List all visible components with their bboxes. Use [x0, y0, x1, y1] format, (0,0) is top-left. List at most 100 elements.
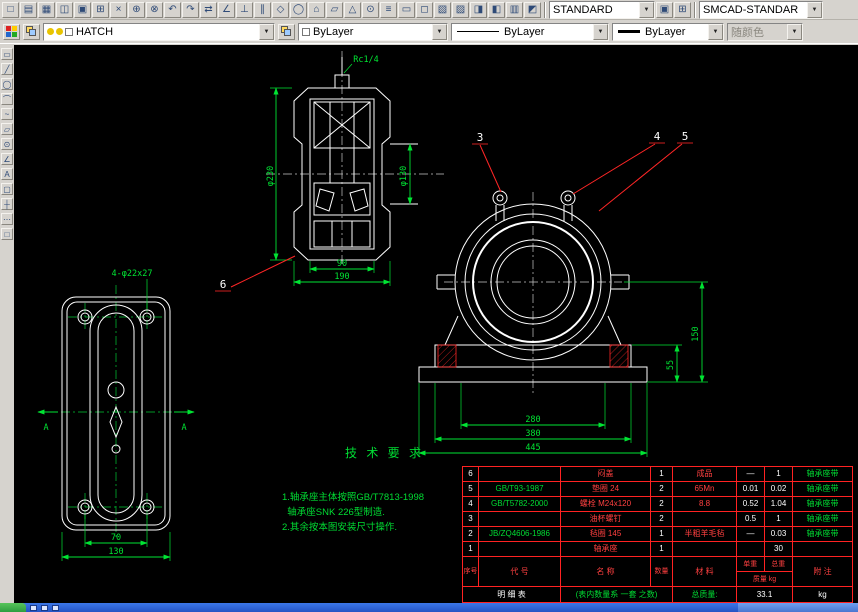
draw-tool-button[interactable]: ◯: [1, 78, 13, 90]
draw-tool-button[interactable]: ⊙: [1, 138, 13, 150]
toolbar-icon-button[interactable]: ▣: [74, 1, 91, 18]
quicklaunch-icon[interactable]: [41, 604, 48, 611]
toolbar-icon-button[interactable]: ⇄: [200, 1, 217, 18]
toolbar-icon-button[interactable]: ◨: [470, 1, 487, 18]
toolbar-icon-button[interactable]: ▣: [656, 1, 673, 18]
draw-tool-button[interactable]: ▢: [1, 183, 13, 195]
plot-style-combobox: 随颜色 ▼: [727, 22, 803, 41]
draw-tool-button[interactable]: ╱: [1, 63, 13, 75]
draw-tool-button[interactable]: ∠: [1, 153, 13, 165]
bom-total-weight: 1: [765, 512, 793, 526]
drawing-canvas[interactable]: Rc1/4 90 190 φ230 φ130 6 4-φ22x27 A A 70…: [14, 45, 858, 603]
toolbar-icon-button[interactable]: ↷: [182, 1, 199, 18]
toolbar-icon-button[interactable]: ◧: [488, 1, 505, 18]
layer-on-icon: [47, 28, 54, 35]
toolbar-separator: [544, 1, 546, 18]
bom-unit-weight: 0.52: [737, 497, 765, 511]
toolbar-icon-button[interactable]: ⊞: [674, 1, 691, 18]
toolbar-icon-button[interactable]: ▭: [398, 1, 415, 18]
cad-application-window: □ ▤ ▦ ◫ ▣ ⊞ × ⊕ ⊗ ↶ ↷ ⇄ ∠ ⊥ ∥ ◇ ◯ ⌂ ▱ △ ⊙ ≡ ▭ ◻ ▧ ▨ ◨ ◧ ▥ ◩ STANDARD …: [0, 0, 858, 612]
lineweight-combobox[interactable]: ByLayer ▼: [612, 22, 724, 41]
toolbar-icon-button[interactable]: ⊞: [92, 1, 109, 18]
dim-base-height: 55: [666, 360, 676, 370]
section-letter-left: A: [43, 423, 48, 433]
draw-tool-button[interactable]: ▱: [1, 123, 13, 135]
draw-tool-button[interactable]: ┼: [1, 198, 13, 210]
toolbar-icon-button[interactable]: ▤: [20, 1, 37, 18]
draw-tool-button[interactable]: ▭: [1, 48, 13, 60]
bom-part-name: 油杯螺钉: [561, 512, 651, 526]
linetype-combobox[interactable]: ByLayer ▼: [451, 22, 609, 41]
bom-unit-weight: 0.01: [737, 482, 765, 496]
color-palette-icon[interactable]: [3, 23, 20, 40]
toolbar-icon-button[interactable]: ◻: [416, 1, 433, 18]
toolbar-icon-button[interactable]: ≡: [380, 1, 397, 18]
toolbar-icon-button[interactable]: ◇: [272, 1, 289, 18]
toolbar-icon-button[interactable]: ◩: [524, 1, 541, 18]
layer-properties-icon[interactable]: [23, 23, 40, 40]
toolbar-icon-button[interactable]: ↶: [164, 1, 181, 18]
balloon-4: 4: [654, 130, 661, 143]
bom-rows: 6 闷盖 1 成品 — 1 轴承座带 5 GB/T93-1987 垫圈 24 2…: [463, 467, 852, 557]
draw-tool-button[interactable]: ⋯: [1, 213, 13, 225]
start-button[interactable]: [0, 603, 26, 612]
bom-footer: 明 细 表 (表内数量系 一套 之数) 总质量: 33.1 kg: [463, 587, 852, 602]
toolbar-icon-button[interactable]: ▱: [326, 1, 343, 18]
toolbar-icon-button[interactable]: ▧: [434, 1, 451, 18]
chevron-down-icon[interactable]: ▼: [432, 23, 447, 40]
toolbar-icon-button[interactable]: ◯: [290, 1, 307, 18]
toolbar-icon-button[interactable]: ⊙: [362, 1, 379, 18]
text-style-combobox[interactable]: STANDARD ▼: [549, 0, 655, 19]
bom-header: 序号 代 号 名 称 数量 材 料 单重 总重 质量 kg 附 注: [463, 557, 852, 587]
draw-tool-button[interactable]: A: [1, 168, 13, 180]
bom-note: 轴承座带: [806, 469, 839, 478]
bom-footer-total-value: 33.1: [737, 587, 793, 602]
bom-header-mass-unit: 质量 kg: [752, 575, 777, 583]
plot-style-value: 随颜色: [731, 26, 764, 39]
draw-tool-button[interactable]: ~: [1, 108, 13, 120]
chevron-down-icon[interactable]: ▼: [807, 1, 822, 18]
standard-toolbar: □ ▤ ▦ ◫ ▣ ⊞ × ⊕ ⊗ ↶ ↷ ⇄ ∠ ⊥ ∥ ◇ ◯ ⌂ ▱ △ ⊙ ≡ ▭ ◻ ▧ ▨ ◨ ◧ ▥ ◩ STANDARD …: [0, 0, 858, 20]
bom-note: [793, 542, 852, 556]
toolbar-icon-button[interactable]: ∥: [254, 1, 271, 18]
toolbar-icon-button[interactable]: ⊥: [236, 1, 253, 18]
draw-toolbar-vertical: ▭ ╱ ◯ ⌒ ~ ▱ ⊙ ∠ A ▢ ┼ ⋯ □: [0, 45, 14, 603]
toolbar-icon-button[interactable]: ×: [110, 1, 127, 18]
front-view: 3 4 5 280 380 445 150 55: [418, 130, 708, 457]
toolbar-icon-button[interactable]: ▨: [452, 1, 469, 18]
chevron-down-icon[interactable]: ▼: [259, 23, 274, 40]
bom-part-name: 螺栓 M24x120: [561, 497, 651, 511]
bom-material: 8.8: [673, 497, 737, 511]
current-lineweight-value: ByLayer: [645, 25, 686, 38]
bom-qty: 2: [651, 497, 673, 511]
toolbar-icon-button[interactable]: ∠: [218, 1, 235, 18]
system-tray: [738, 603, 858, 612]
toolbar-icon-button[interactable]: ⊕: [128, 1, 145, 18]
quicklaunch-icon[interactable]: [52, 604, 59, 611]
toolbar-icon-button[interactable]: ▦: [38, 1, 55, 18]
bom-qty: 1: [651, 542, 673, 556]
draw-tool-button[interactable]: □: [1, 228, 13, 240]
toolbar-icon-button[interactable]: ⊗: [146, 1, 163, 18]
bom-header-name: 名 称: [561, 557, 651, 586]
toolbar-icon-button[interactable]: ◫: [56, 1, 73, 18]
chevron-down-icon[interactable]: ▼: [639, 1, 654, 18]
chevron-down-icon[interactable]: ▼: [593, 23, 608, 40]
color-combobox[interactable]: ByLayer ▼: [298, 22, 448, 41]
draw-tool-button[interactable]: ⌒: [1, 93, 13, 105]
dim-hole-span: 70: [111, 533, 121, 543]
dim-style-combobox[interactable]: SMCAD-STANDAR ▼: [699, 0, 823, 19]
bom-row: 3 油杯螺钉 2 0.5 1 轴承座带: [463, 512, 852, 527]
chevron-down-icon[interactable]: ▼: [708, 23, 723, 40]
make-layer-current-icon[interactable]: [278, 23, 295, 40]
bom-footer-unit: kg: [818, 589, 827, 599]
toolbar-icon-button[interactable]: ▥: [506, 1, 523, 18]
toolbar-icon-button[interactable]: □: [2, 1, 19, 18]
bom-part-name: 闷盖: [561, 467, 651, 481]
toolbar-icon-button[interactable]: ⌂: [308, 1, 325, 18]
toolbar-icon-button[interactable]: △: [344, 1, 361, 18]
bom-seq: 5: [463, 482, 479, 496]
chevron-down-icon: ▼: [787, 23, 802, 40]
layer-combobox[interactable]: HATCH ▼: [43, 22, 275, 41]
quicklaunch-icon[interactable]: [30, 604, 37, 611]
